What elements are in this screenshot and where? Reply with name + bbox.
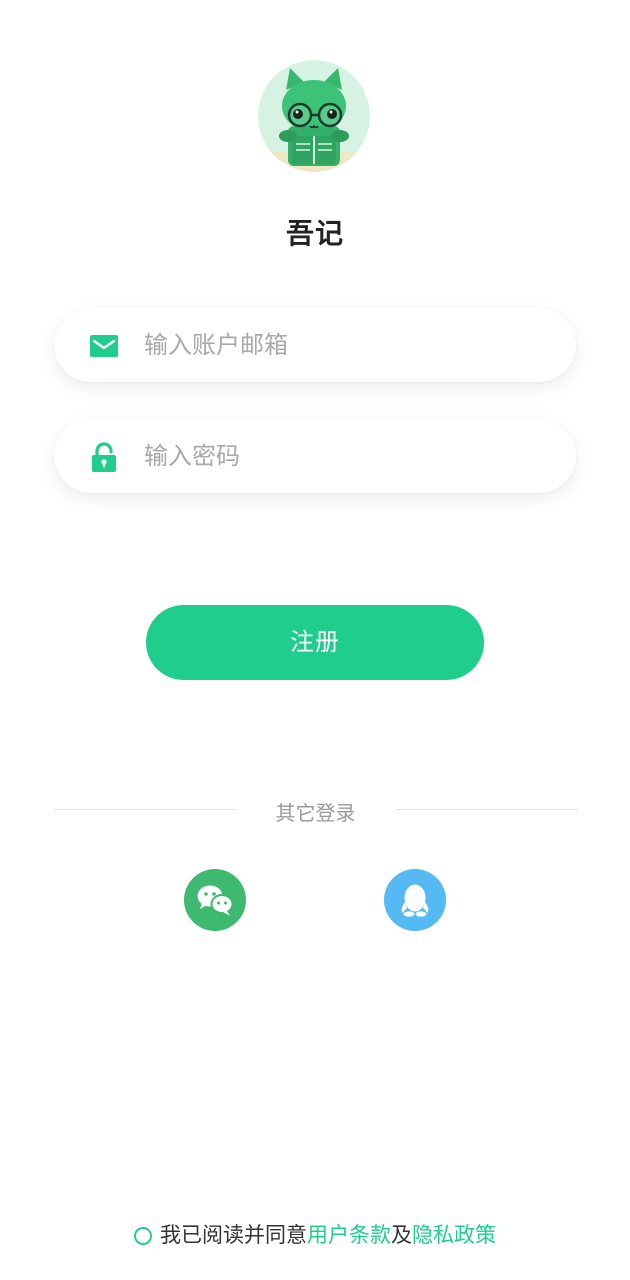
other-login-label: 其它登录: [275, 801, 356, 825]
agreement-row: 我已阅读并同意用户条款及隐私政策: [0, 1220, 630, 1250]
privacy-link[interactable]: 隐私政策: [412, 1223, 496, 1247]
cat-reading-icon: [258, 60, 370, 172]
agreement-checkbox[interactable]: [134, 1227, 152, 1245]
register-button[interactable]: 注册: [146, 605, 484, 680]
email-input[interactable]: [144, 308, 544, 382]
email-field[interactable]: [54, 308, 576, 382]
terms-link[interactable]: 用户条款: [307, 1223, 391, 1247]
divider-left: [54, 809, 236, 810]
agreement-prefix: 我已阅读并同意: [160, 1223, 307, 1247]
password-field[interactable]: [54, 419, 576, 493]
wechat-icon: [197, 885, 234, 916]
qq-login-button[interactable]: [384, 869, 446, 931]
agreement-joiner: 及: [391, 1223, 412, 1247]
lock-icon: [92, 442, 116, 472]
mail-icon: [90, 335, 118, 357]
divider-right: [395, 809, 578, 810]
wechat-login-button[interactable]: [184, 869, 246, 931]
app-title: 吾记: [285, 217, 344, 250]
qq-icon: [401, 884, 429, 917]
app-avatar: [258, 60, 370, 172]
password-input[interactable]: [144, 419, 544, 493]
